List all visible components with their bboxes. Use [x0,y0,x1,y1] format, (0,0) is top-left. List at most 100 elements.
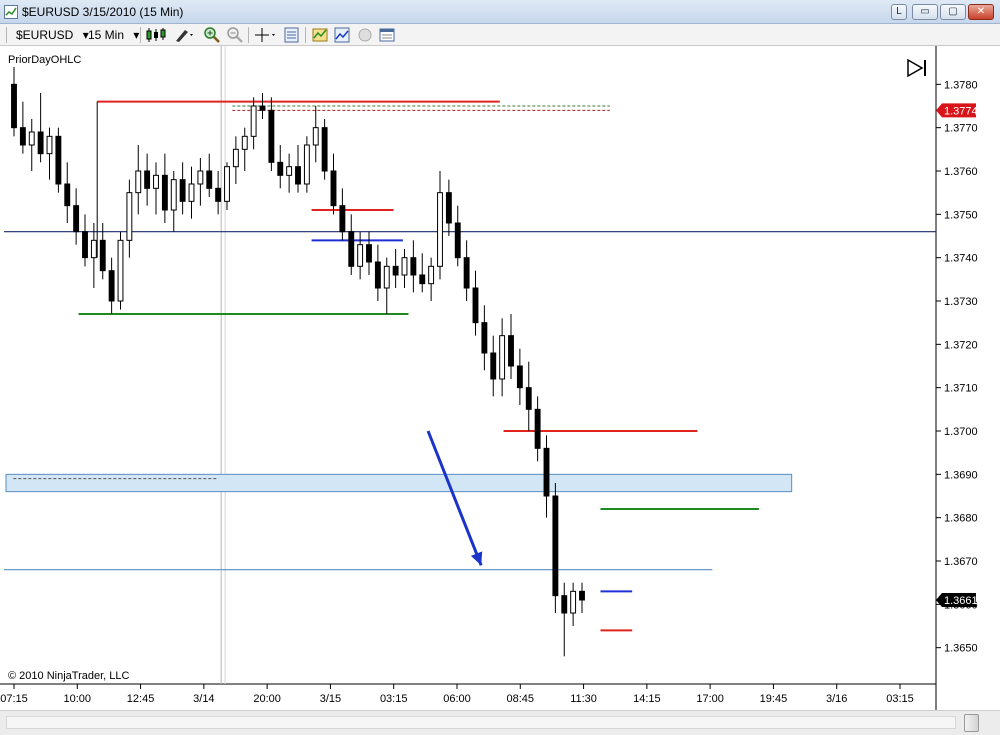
y-tick-label: 1.3780 [944,79,978,91]
annotation-arrow [426,430,483,566]
scroll-to-end-icon[interactable] [906,58,928,78]
scrollbar-track[interactable] [6,716,956,729]
x-tick-label: 3/16 [826,693,847,705]
candle-up [135,170,142,194]
crosshair-icon[interactable] [253,26,279,44]
candle-up [499,335,506,380]
candle-down [99,239,106,272]
scrollbar-thumb[interactable] [964,714,979,732]
candle-down [579,590,585,601]
close-button[interactable]: ✕ [968,4,994,20]
y-tick-label: 1.3750 [944,209,978,221]
candle-up [90,239,97,259]
candle-down [321,127,328,172]
candle-down [392,265,399,276]
bar-type-icon[interactable] [356,26,374,44]
minimize-button[interactable]: ▭ [912,4,938,20]
maximize-button[interactable]: ▢ [940,4,966,20]
indicators-icon[interactable] [311,26,329,44]
interval-selector[interactable]: 15 Min ▾ [88,27,139,43]
price-zone-rectangle [5,473,793,493]
drawing-pen-icon[interactable] [173,26,197,44]
interval-label: 15 Min [88,28,125,42]
candle-down [445,192,452,224]
candle-down [481,322,488,354]
y-tick-label: 1.3740 [944,253,978,265]
x-tick-label: 06:00 [443,693,471,705]
candle-up [46,135,53,155]
candle-up [312,127,319,146]
candle-up [197,170,204,185]
horizontal-scrollbar[interactable] [0,710,1000,735]
link-button[interactable]: L [891,4,907,20]
candle-up [126,192,133,241]
candle-down [525,387,532,410]
candle-up [437,192,443,267]
candle-down [64,183,71,207]
y-tick-label: 1.3670 [944,556,978,568]
copyright-text: © 2010 NinjaTrader, LLC [8,670,130,682]
candlestick-style-icon[interactable] [145,26,167,44]
x-tick-label: 20:00 [253,693,281,705]
candle-down [11,83,17,129]
strategies-icon[interactable] [333,26,351,44]
chart-toolbar: $EURUSD ▾ 15 Min ▾ [0,24,1000,46]
data-box-icon[interactable] [283,26,301,44]
candle-up [170,179,177,211]
candle-down [516,365,523,389]
candle-down [73,205,80,233]
candle-down [259,105,266,111]
candle-down [419,274,426,285]
price-marker-label: 1.3661 [944,595,978,607]
candle-down [277,161,284,176]
candle-up [153,174,159,189]
zoom-out-icon[interactable] [226,26,244,44]
chart-panel[interactable]: 1.36501.36601.36701.36801.36901.37001.37… [0,46,1000,710]
candle-up [357,244,364,267]
candle-down [108,270,115,302]
candle-down [561,595,568,614]
candle-up [250,105,257,137]
x-tick-label: 10:00 [64,693,92,705]
y-tick-label: 1.3730 [944,296,978,308]
toolbar-separator [248,27,249,43]
y-tick-label: 1.3760 [944,166,978,178]
window-titlebar: $EURUSD 3/15/2010 (15 Min) L ▭ ▢ ✕ [0,0,1000,24]
price-chart[interactable]: 1.36501.36601.36701.36801.36901.37001.37… [0,46,1000,710]
x-tick-label: 12:45 [127,693,155,705]
candle-up [401,257,408,276]
candle-down [552,495,559,597]
y-tick-label: 1.3720 [944,339,978,351]
indicator-label: PriorDayOHLC [8,54,82,66]
candle-down [339,205,346,233]
y-tick-label: 1.3680 [944,513,978,525]
toolbar-grip [6,27,7,43]
instrument-label: $EURUSD [16,28,74,42]
candle-up [303,144,310,185]
candle-down [410,257,417,276]
y-tick-label: 1.3770 [944,123,978,135]
candle-down [19,127,26,146]
candle-up [117,239,124,302]
candle-up [188,183,195,202]
toolbar-separator [140,27,141,43]
x-tick-label: 3/14 [193,693,214,705]
candle-down [215,187,222,202]
y-tick-label: 1.3650 [944,643,978,655]
candle-down [179,179,186,202]
candle-down [366,244,372,263]
zoom-in-icon[interactable] [203,26,221,44]
chevron-down-icon: ▾ [133,28,140,42]
x-tick-label: 19:45 [760,693,788,705]
candle-down [472,287,479,324]
candle-down [37,131,44,155]
candle-down [161,174,168,211]
candle-down [543,447,550,497]
x-tick-label: 11:30 [570,693,597,705]
x-tick-label: 14:15 [633,693,661,705]
properties-icon[interactable] [378,26,396,44]
y-tick-label: 1.3710 [944,383,978,395]
instrument-selector[interactable]: $EURUSD ▾ [16,27,89,43]
candle-up [383,265,390,289]
candle-down [206,170,213,189]
